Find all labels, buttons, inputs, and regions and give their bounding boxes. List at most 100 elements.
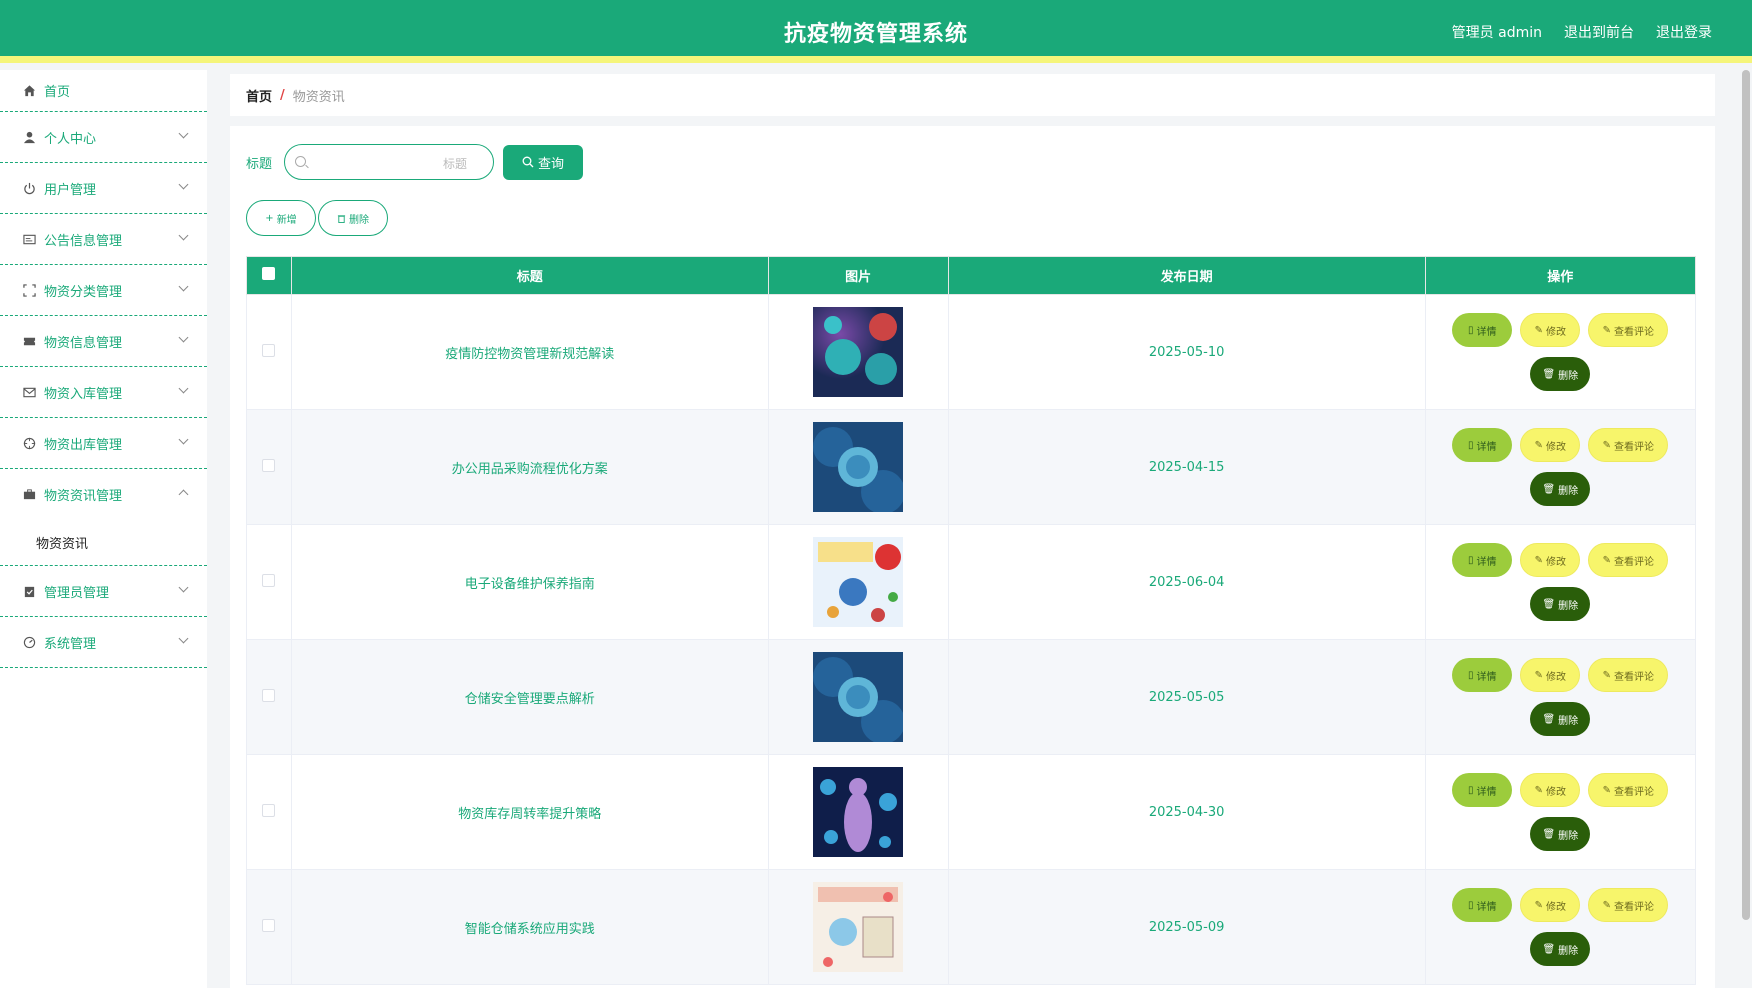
row-checkbox[interactable] bbox=[262, 688, 276, 702]
detail-button[interactable]: ▯ 详情 bbox=[1452, 543, 1513, 577]
detail-button[interactable]: ▯ 详情 bbox=[1452, 428, 1513, 462]
detail-button[interactable]: ▯ 详情 bbox=[1452, 773, 1513, 807]
breadcrumb-home[interactable]: 首页 bbox=[246, 86, 272, 105]
sidebar: 首页 个人中心 用户管理 公告信息管理 物资分类管理 物资信息管理 物资入库管理… bbox=[0, 70, 207, 988]
sidebar-item-home[interactable]: 首页 bbox=[0, 70, 207, 112]
row-checkbox-cell[interactable] bbox=[246, 754, 292, 870]
pencil-icon: ✎ bbox=[1602, 899, 1611, 911]
sidebar-item-users[interactable]: 用户管理 bbox=[0, 163, 207, 214]
row-date: 2025-06-04 bbox=[947, 524, 1426, 640]
row-thumbnail[interactable] bbox=[769, 652, 948, 742]
row-image-cell bbox=[767, 869, 949, 985]
sidebar-item-notice[interactable]: 公告信息管理 bbox=[0, 214, 207, 265]
view-comments-button[interactable]: ✎ 查看评论 bbox=[1588, 888, 1669, 922]
row-checkbox[interactable] bbox=[262, 343, 276, 357]
chevron-down-icon bbox=[178, 383, 189, 394]
action-bar: + 新增 删除 bbox=[246, 200, 388, 236]
add-button[interactable]: + 新增 bbox=[246, 200, 316, 236]
row-checkbox-cell[interactable] bbox=[246, 409, 292, 525]
detail-button[interactable]: ▯ 详情 bbox=[1452, 888, 1513, 922]
row-date: 2025-04-15 bbox=[947, 409, 1426, 525]
header-checkbox-cell[interactable] bbox=[246, 256, 292, 295]
sidebar-item-outbound[interactable]: 物资出库管理 bbox=[0, 418, 207, 469]
sidebar-item-admin[interactable]: 管理员管理 bbox=[0, 566, 207, 617]
row-checkbox[interactable] bbox=[262, 573, 276, 587]
row-image-cell bbox=[767, 409, 949, 525]
search-input[interactable]: 标题 bbox=[284, 144, 495, 180]
select-all-checkbox[interactable] bbox=[262, 267, 276, 280]
row-delete-label: 删除 bbox=[1558, 370, 1579, 382]
edit-button[interactable]: ✎ 修改 bbox=[1520, 313, 1581, 347]
row-delete-label: 删除 bbox=[1558, 600, 1579, 612]
column-date: 发布日期 bbox=[947, 256, 1426, 295]
logout-link[interactable]: 退出登录 bbox=[1656, 22, 1712, 42]
sidebar-item-goods[interactable]: 物资信息管理 bbox=[0, 316, 207, 367]
card-icon bbox=[22, 232, 36, 246]
view-comments-button[interactable]: ✎ 查看评论 bbox=[1588, 773, 1669, 807]
table-row: 电子设备维护保养指南 2025-06-04 ▯ 详情 ✎ 修改 ✎ 查看评论 🗑 删除 bbox=[246, 524, 1697, 640]
view-comments-button[interactable]: ✎ 查看评论 bbox=[1588, 313, 1669, 347]
sidebar-item-inbound[interactable]: 物资入库管理 bbox=[0, 367, 207, 418]
row-thumbnail[interactable] bbox=[769, 882, 948, 972]
pencil-icon: ✎ bbox=[1602, 324, 1611, 336]
row-thumbnail[interactable] bbox=[769, 537, 948, 627]
edit-button[interactable]: ✎ 修改 bbox=[1520, 428, 1581, 462]
row-delete-button[interactable]: 🗑 删除 bbox=[1530, 702, 1591, 736]
view-comments-button[interactable]: ✎ 查看评论 bbox=[1588, 658, 1669, 692]
edit-button[interactable]: ✎ 修改 bbox=[1520, 543, 1581, 577]
row-date: 2025-05-05 bbox=[947, 639, 1426, 755]
row-delete-button[interactable]: 🗑 删除 bbox=[1530, 932, 1591, 966]
row-checkbox[interactable] bbox=[262, 803, 276, 817]
view-comments-button[interactable]: ✎ 查看评论 bbox=[1588, 428, 1669, 462]
row-thumbnail[interactable] bbox=[769, 307, 948, 397]
edit-button[interactable]: ✎ 修改 bbox=[1520, 773, 1581, 807]
vertical-scrollbar[interactable] bbox=[1742, 70, 1750, 920]
detail-button-label: 详情 bbox=[1476, 901, 1497, 913]
row-checkbox-cell[interactable] bbox=[246, 639, 292, 755]
sidebar-item-category[interactable]: 物资分类管理 bbox=[0, 265, 207, 316]
row-delete-button[interactable]: 🗑 删除 bbox=[1530, 357, 1591, 391]
row-image-cell bbox=[767, 294, 949, 410]
edit-button[interactable]: ✎ 修改 bbox=[1520, 658, 1581, 692]
view-comments-button[interactable]: ✎ 查看评论 bbox=[1588, 543, 1669, 577]
sidebar-item-personal[interactable]: 个人中心 bbox=[0, 112, 207, 163]
table-row: 物资库存周转率提升策略 2025-04-30 ▯ 详情 ✎ 修改 ✎ 查看评论 🗑 删除 bbox=[246, 754, 1697, 870]
search-icon bbox=[295, 156, 307, 167]
submenu-item-news[interactable]: 物资资讯 bbox=[0, 520, 207, 566]
table-row: 办公用品采购流程优化方案 2025-04-15 ▯ 详情 ✎ 修改 ✎ 查看评论 🗑 删除 bbox=[246, 409, 1697, 525]
row-ops: ▯ 详情 ✎ 修改 ✎ 查看评论 🗑 删除 bbox=[1424, 754, 1697, 870]
row-checkbox-cell[interactable] bbox=[246, 869, 292, 985]
row-delete-button[interactable]: 🗑 删除 bbox=[1530, 817, 1591, 851]
row-checkbox[interactable] bbox=[262, 918, 276, 932]
row-checkbox-cell[interactable] bbox=[246, 524, 292, 640]
row-checkbox-cell[interactable] bbox=[246, 294, 292, 410]
row-delete-button[interactable]: 🗑 删除 bbox=[1530, 472, 1591, 506]
detail-button[interactable]: ▯ 详情 bbox=[1452, 658, 1513, 692]
news-table: 标题 图片 发布日期 操作 疫情防控物资管理新规范解读 2025-05-10 ▯ 详情… bbox=[246, 256, 1697, 985]
edit-button[interactable]: ✎ 修改 bbox=[1520, 888, 1581, 922]
detail-button-label: 详情 bbox=[1476, 326, 1497, 338]
row-checkbox[interactable] bbox=[262, 458, 276, 472]
gauge-icon bbox=[22, 635, 36, 649]
search-bar: 标题 标题 查询 bbox=[246, 144, 584, 180]
batch-delete-button[interactable]: 删除 bbox=[318, 200, 388, 236]
row-ops: ▯ 详情 ✎ 修改 ✎ 查看评论 🗑 删除 bbox=[1424, 294, 1697, 410]
view-comments-label: 查看评论 bbox=[1613, 441, 1654, 453]
to-front-link[interactable]: 退出到前台 bbox=[1564, 22, 1634, 42]
row-delete-label: 删除 bbox=[1558, 945, 1579, 957]
row-image-cell bbox=[767, 754, 949, 870]
row-image-cell bbox=[767, 639, 949, 755]
row-delete-button[interactable]: 🗑 删除 bbox=[1530, 587, 1591, 621]
power-icon bbox=[22, 181, 36, 195]
chevron-down-icon bbox=[178, 230, 189, 241]
sidebar-item-system[interactable]: 系统管理 bbox=[0, 617, 207, 668]
query-button[interactable]: 查询 bbox=[503, 144, 584, 180]
row-thumbnail[interactable] bbox=[769, 422, 948, 512]
trash-icon: 🗑 bbox=[1542, 828, 1556, 840]
row-date: 2025-05-09 bbox=[947, 869, 1426, 985]
detail-button[interactable]: ▯ 详情 bbox=[1452, 313, 1513, 347]
pencil-icon: ✎ bbox=[1534, 554, 1543, 566]
row-thumbnail[interactable] bbox=[769, 767, 948, 857]
sidebar-item-news[interactable]: 物资资讯管理 bbox=[0, 469, 207, 520]
view-comments-label: 查看评论 bbox=[1613, 326, 1654, 338]
